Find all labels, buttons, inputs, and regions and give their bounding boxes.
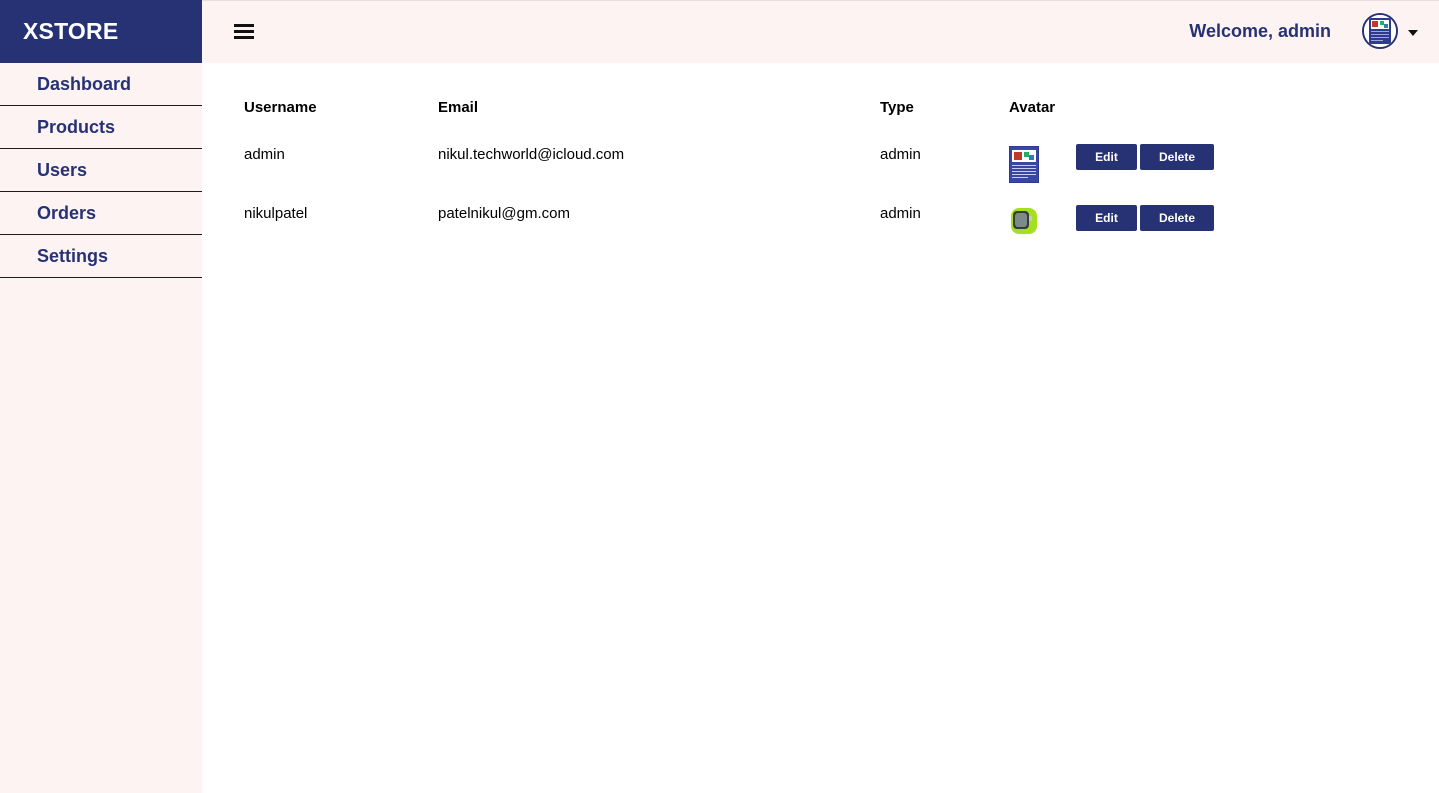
table-row: nikulpatel patelnikul@gm.com admin Edit … (244, 183, 1214, 237)
cell-email: patelnikul@gm.com (438, 205, 570, 222)
poster-thumbnail-icon (1009, 146, 1039, 183)
sidebar-item-settings[interactable]: Settings (0, 235, 202, 278)
user-avatar-icon[interactable] (1362, 13, 1398, 49)
sidebar-nav: Dashboard Products Users Orders Settings (0, 63, 202, 278)
sidebar-item-products[interactable]: Products (0, 106, 202, 149)
app: XSTORE Dashboard Products Users Orders S… (0, 0, 1439, 793)
sidebar-item-users[interactable]: Users (0, 149, 202, 192)
header-email: Email (438, 99, 479, 116)
sidebar: XSTORE Dashboard Products Users Orders S… (0, 0, 202, 793)
sidebar-item-orders[interactable]: Orders (0, 192, 202, 235)
caret-down-icon[interactable] (1408, 30, 1418, 36)
delete-button[interactable]: Delete (1140, 205, 1214, 231)
brand-logo[interactable]: XSTORE (0, 0, 202, 63)
cell-username: nikulpatel (244, 205, 308, 222)
cell-type: admin (880, 146, 921, 163)
cell-avatar (1009, 116, 1076, 183)
users-table: Username Email Type Avatar admin nikul.t… (244, 99, 1214, 237)
header-username: Username (244, 99, 317, 116)
top-header: Welcome, admin (202, 0, 1439, 63)
cell-username: admin (244, 146, 285, 163)
hamburger-icon[interactable] (234, 22, 254, 42)
poster-image (1364, 15, 1396, 47)
cell-actions: Edit Delete (1076, 183, 1214, 237)
delete-button[interactable]: Delete (1140, 144, 1214, 170)
edit-button[interactable]: Edit (1076, 205, 1137, 231)
table-header-row: Username Email Type Avatar (244, 99, 1214, 116)
smartwatch-thumbnail-icon (1009, 205, 1039, 237)
cell-email: nikul.techworld@icloud.com (438, 146, 625, 163)
header-actions (1076, 99, 1214, 116)
welcome-text: Welcome, admin (1189, 21, 1331, 41)
header-type: Type (880, 99, 914, 116)
cell-type: admin (880, 205, 921, 222)
cell-avatar (1009, 183, 1076, 237)
sidebar-item-dashboard[interactable]: Dashboard (0, 63, 202, 106)
table-row: admin nikul.techworld@icloud.com admin E… (244, 116, 1214, 183)
edit-button[interactable]: Edit (1076, 144, 1137, 170)
header-avatar: Avatar (1009, 99, 1056, 116)
main-content: Username Email Type Avatar admin nikul.t… (202, 63, 1439, 793)
cell-actions: Edit Delete (1076, 116, 1214, 183)
